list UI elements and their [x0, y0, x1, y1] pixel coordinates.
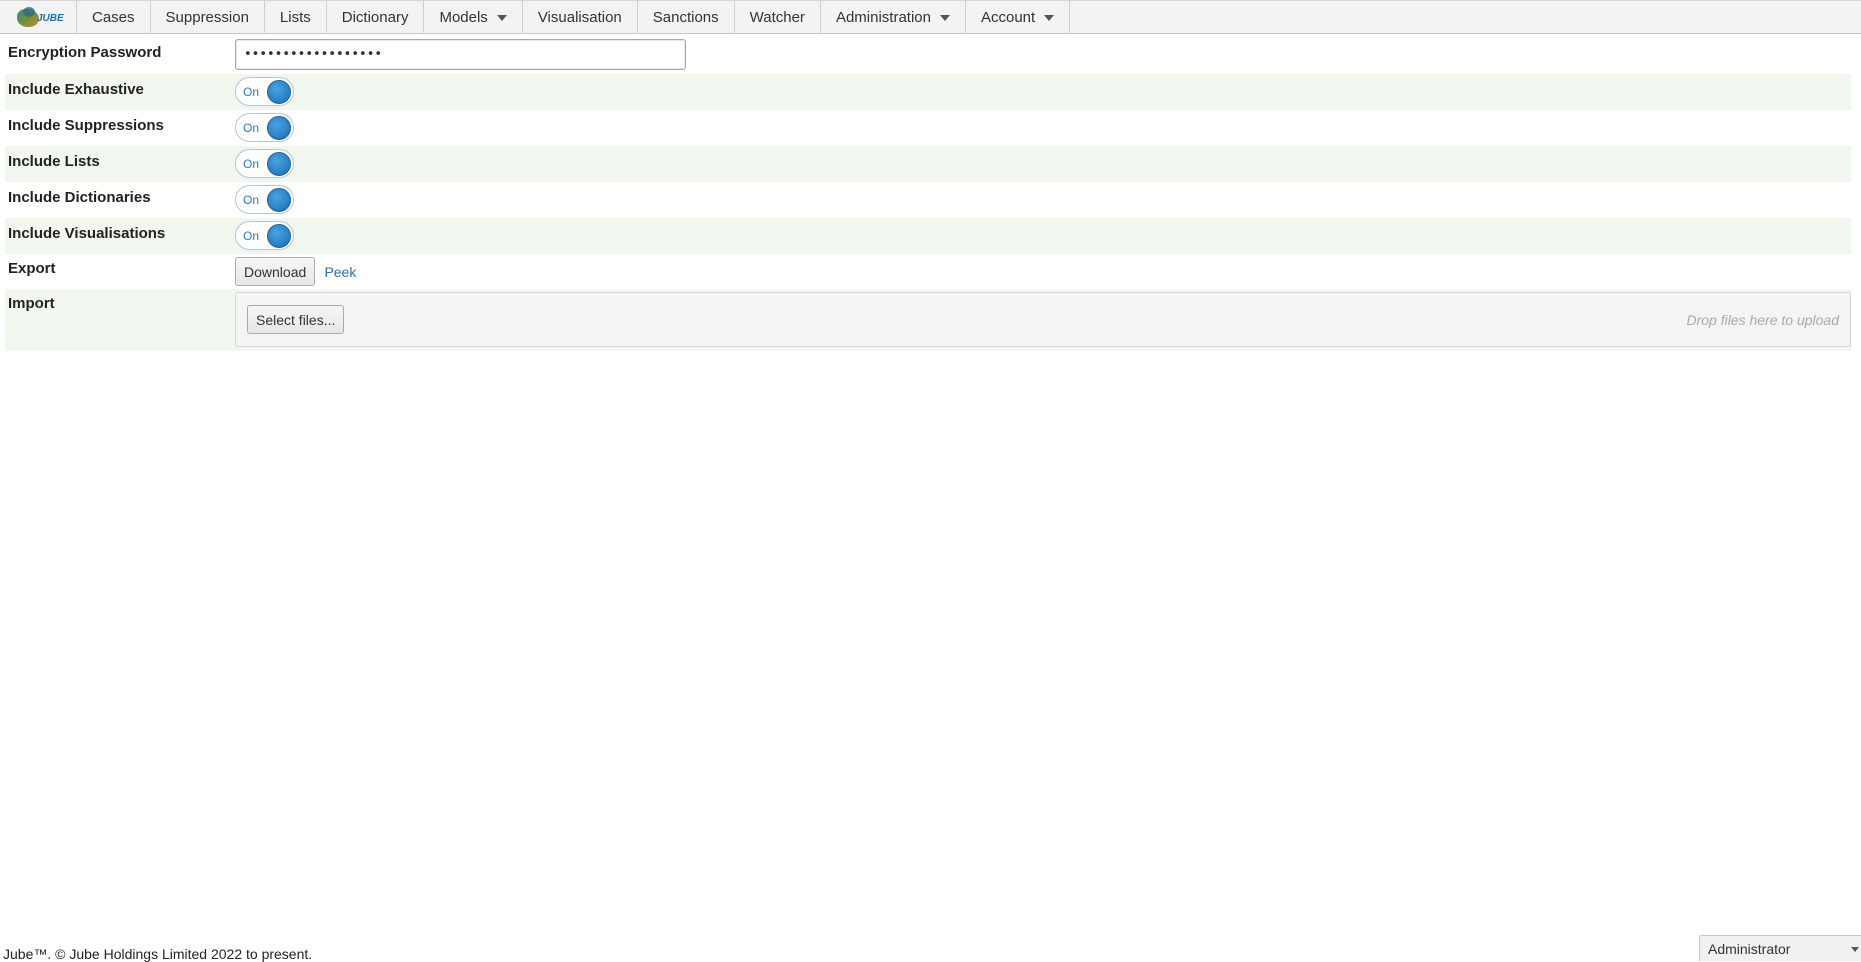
menu-label: Sanctions: [652, 9, 719, 26]
menu-suppression[interactable]: Suppression: [151, 1, 265, 34]
include-suppressions-toggle[interactable]: On: [235, 113, 294, 142]
field-cell: On: [235, 110, 1851, 145]
field-label: Include Lists: [8, 153, 100, 170]
logo-text: JUBE: [37, 12, 64, 24]
logo-mark-accent-icon: [23, 6, 35, 17]
field-cell: On: [235, 182, 1851, 217]
menu-label: Models: [439, 9, 488, 26]
toggle-state-text: On: [243, 156, 260, 171]
menu-label: Lists: [279, 9, 311, 26]
field-label: Export: [8, 260, 56, 277]
jube-logo: JUBE: [15, 6, 64, 29]
toggle-state-text: On: [243, 120, 260, 135]
logo-link[interactable]: JUBE: [0, 1, 77, 34]
toggle-state-text: On: [243, 192, 260, 207]
toggle-state-text: On: [243, 84, 260, 99]
menu-cases[interactable]: Cases: [77, 1, 151, 34]
field-cell: Select files... Drop files here to uploa…: [235, 289, 1851, 350]
file-drop-zone[interactable]: Select files... Drop files here to uploa…: [235, 292, 1851, 347]
export-import-form: Encryption Password Include Exhaustive O…: [5, 36, 1851, 351]
menu-sanctions[interactable]: Sanctions: [638, 1, 735, 34]
row-export: Export Download Peek: [5, 254, 1851, 289]
toggle-knob-icon: [267, 116, 291, 140]
field-cell: Download Peek: [235, 254, 1851, 289]
footer-copyright: Jube™. © Jube Holdings Limited 2022 to p…: [3, 946, 313, 962]
download-button[interactable]: Download: [235, 257, 316, 286]
row-import: Import Select files... Drop files here t…: [5, 289, 1851, 351]
toggle-knob-icon: [267, 80, 291, 104]
encryption-password-input[interactable]: [235, 39, 686, 70]
row-include-visualisations: Include Visualisations On: [5, 218, 1851, 254]
menu-dictionary[interactable]: Dictionary: [327, 1, 425, 34]
menu-label: Cases: [92, 9, 135, 26]
menu-label: Dictionary: [341, 9, 409, 26]
select-files-button[interactable]: Select files...: [247, 305, 345, 334]
field-label: Include Suppressions: [8, 117, 164, 134]
menu-visualisation[interactable]: Visualisation: [523, 1, 638, 34]
drop-hint: Drop files here to upload: [1686, 311, 1839, 328]
toggle-state-text: On: [243, 228, 260, 243]
user-role-select[interactable]: Administrator: [1699, 935, 1861, 961]
include-exhaustive-toggle[interactable]: On: [235, 77, 294, 106]
include-visualisations-toggle[interactable]: On: [235, 221, 294, 250]
menu-label: Account: [980, 9, 1036, 26]
field-cell: On: [235, 74, 1851, 109]
include-dictionaries-toggle[interactable]: On: [235, 185, 294, 214]
menu-lists[interactable]: Lists: [265, 1, 327, 34]
include-lists-toggle[interactable]: On: [235, 149, 294, 178]
peek-link[interactable]: Peek: [324, 264, 356, 280]
caret-down-icon: [496, 14, 507, 21]
field-label: Include Dictionaries: [8, 189, 151, 206]
menu-label: Watcher: [749, 9, 805, 26]
menu-label: Suppression: [165, 9, 249, 26]
field-label: Include Exhaustive: [8, 81, 144, 98]
field-cell: On: [235, 218, 1851, 253]
menu-label: Administration: [835, 9, 931, 26]
menu-account[interactable]: Account: [966, 1, 1071, 34]
row-include-lists: Include Lists On: [5, 146, 1851, 182]
field-label: Import: [8, 295, 55, 312]
caret-down-icon: [939, 14, 950, 21]
toggle-knob-icon: [267, 188, 291, 212]
row-encryption-password: Encryption Password: [5, 36, 1851, 74]
row-include-dictionaries: Include Dictionaries On: [5, 182, 1851, 218]
menu-label: Visualisation: [537, 9, 622, 26]
top-menu-bar: JUBE Cases Suppression Lists Dictionary …: [0, 0, 1861, 34]
field-cell: [235, 36, 1851, 73]
user-role-value: Administrator: [1708, 940, 1791, 957]
toggle-knob-icon: [267, 224, 291, 248]
caret-down-icon: [1044, 14, 1055, 21]
menu-watcher[interactable]: Watcher: [735, 1, 821, 34]
row-include-suppressions: Include Suppressions On: [5, 110, 1851, 146]
chevron-down-icon: [1851, 947, 1859, 952]
field-label: Encryption Password: [8, 44, 162, 61]
menu-models[interactable]: Models: [424, 1, 523, 34]
field-label: Include Visualisations: [8, 225, 166, 242]
field-cell: On: [235, 146, 1851, 181]
row-include-exhaustive: Include Exhaustive On: [5, 74, 1851, 110]
toggle-knob-icon: [267, 152, 291, 176]
menu-administration[interactable]: Administration: [821, 1, 966, 34]
